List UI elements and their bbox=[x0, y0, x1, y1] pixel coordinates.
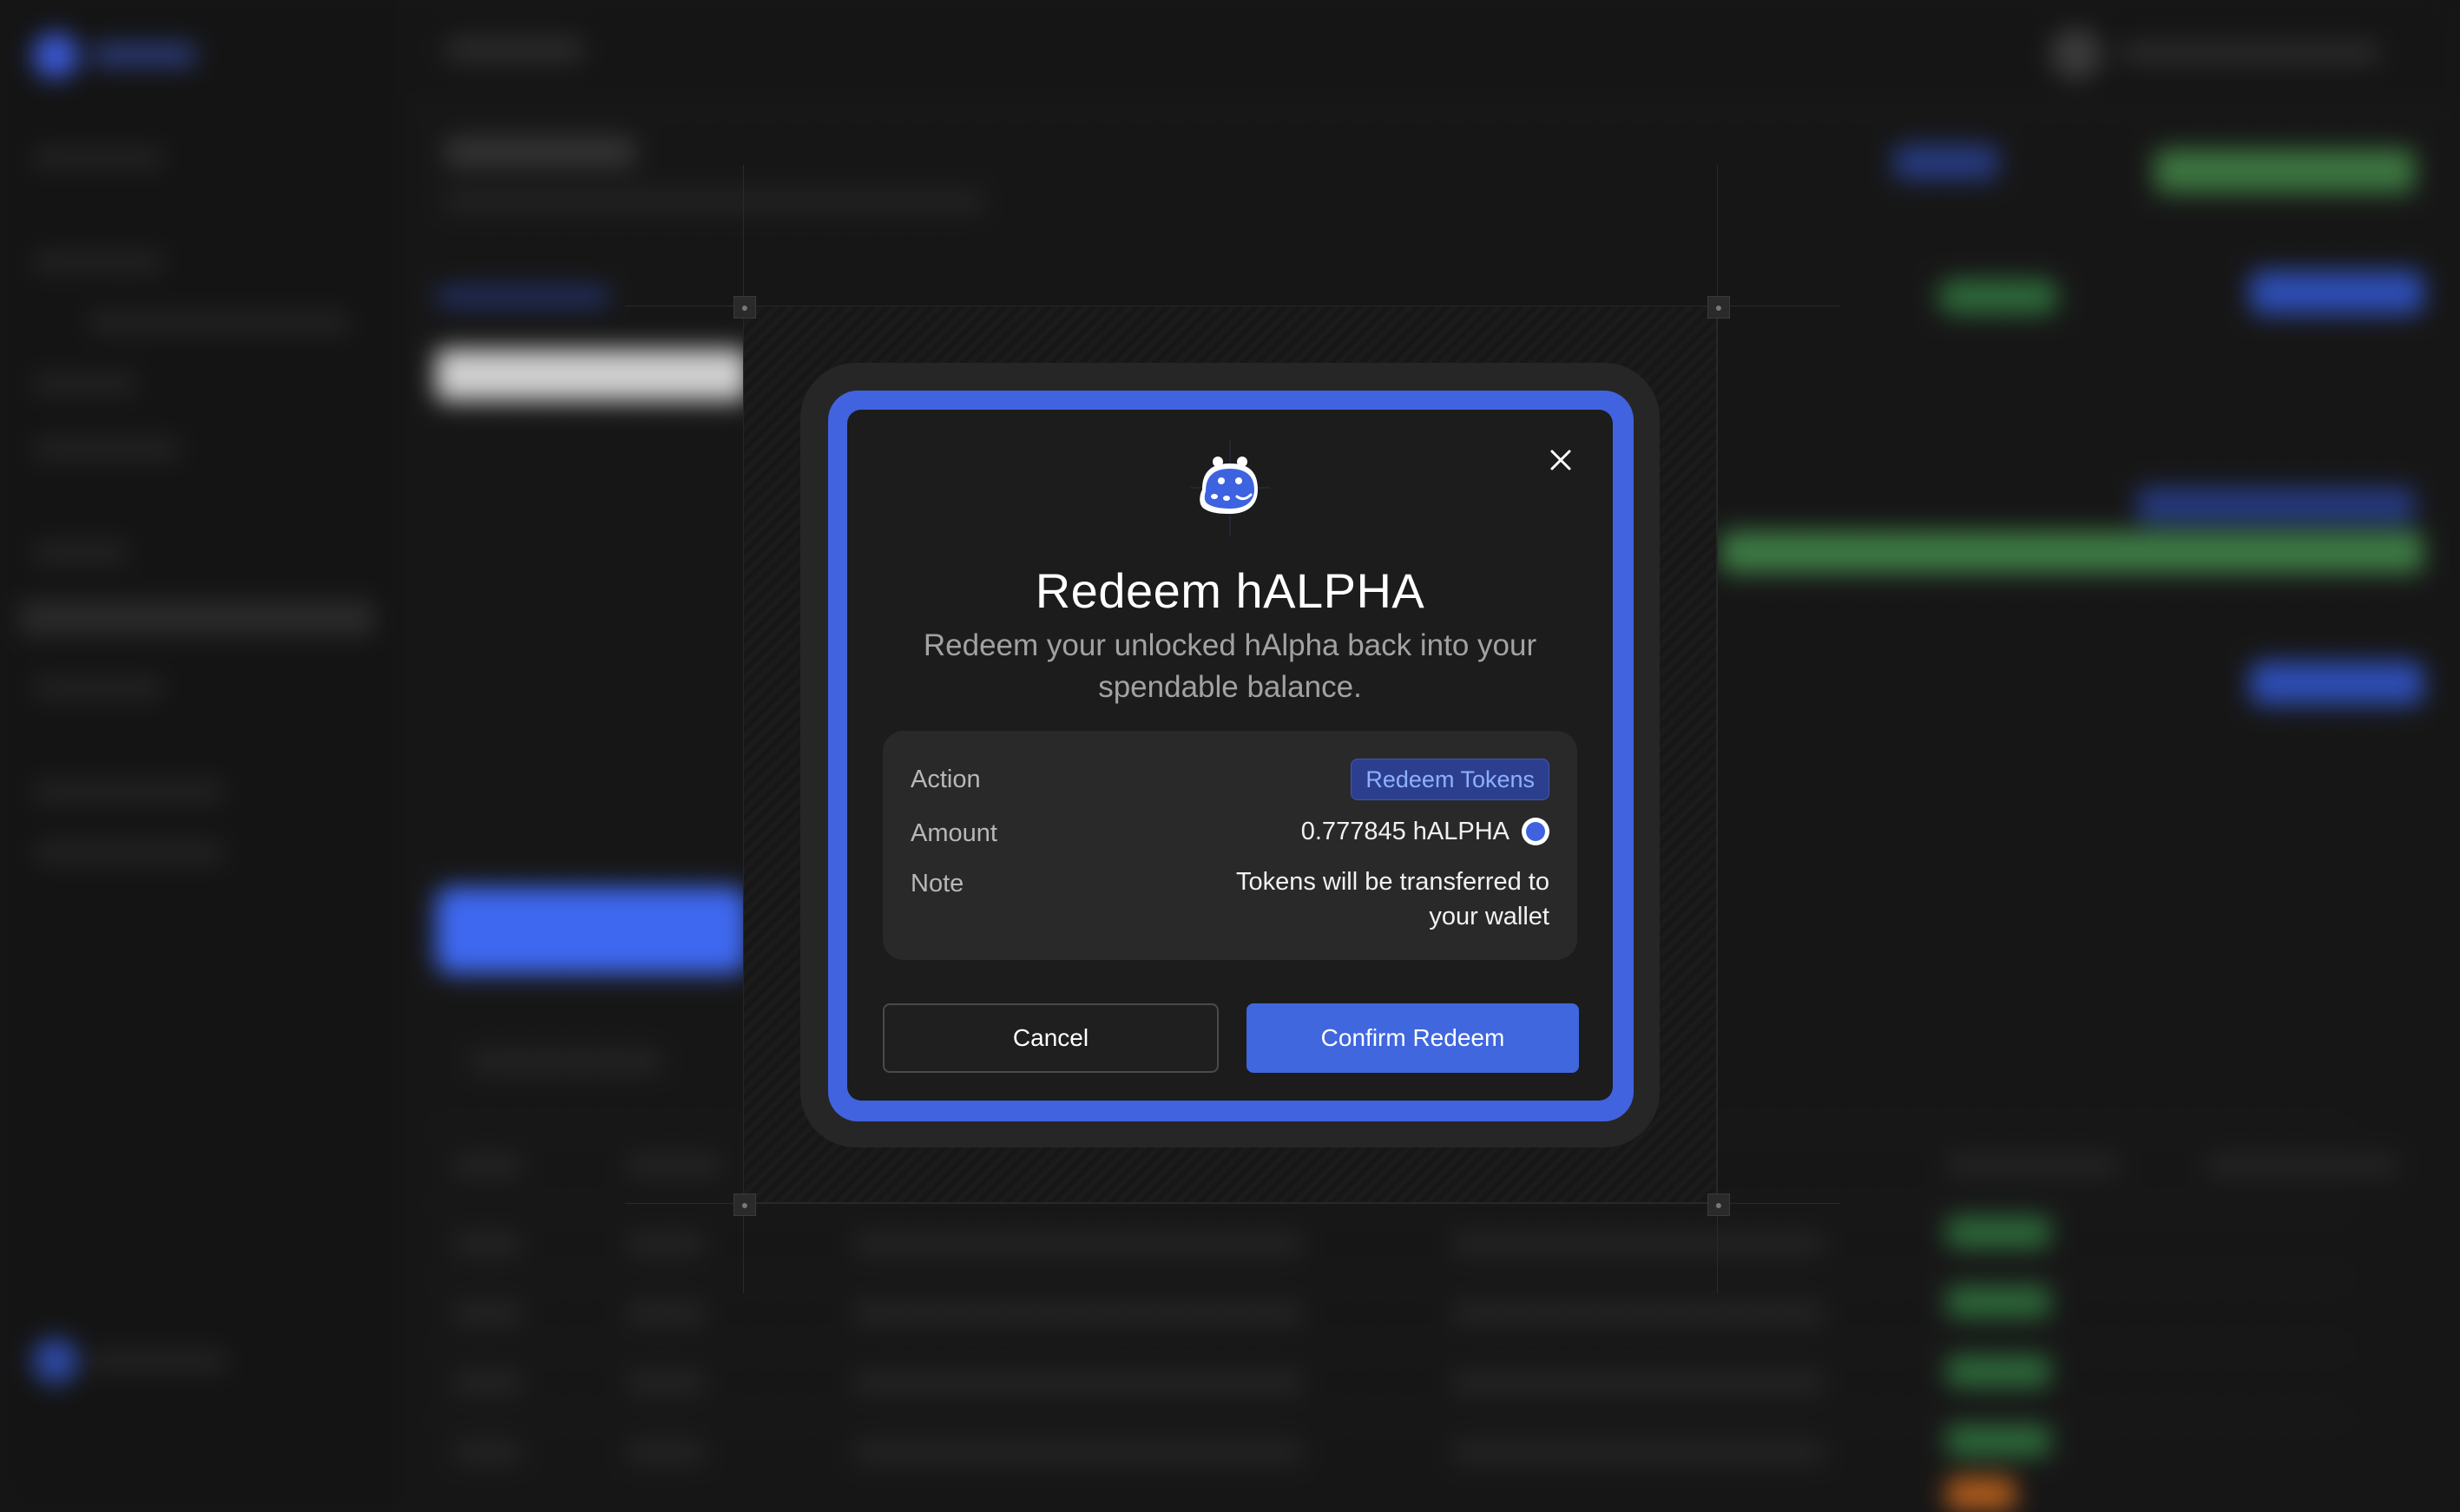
background-table-cell bbox=[852, 1443, 1304, 1462]
background-table-cell bbox=[453, 1443, 523, 1462]
background-table-cell bbox=[1451, 1373, 1825, 1392]
background-blue-pill bbox=[2137, 488, 2415, 523]
amount-value: 0.777845 hALPHA bbox=[1300, 818, 1510, 845]
action-badge: Redeem Tokens bbox=[1351, 759, 1549, 800]
halpha-token-icon bbox=[1522, 818, 1549, 845]
note-value-line: Tokens will be transferred to bbox=[1235, 868, 1549, 896]
background-status-pill bbox=[1946, 1356, 2050, 1387]
frame-corner-hippo-icon: ● bbox=[1707, 1193, 1730, 1216]
background-table-cell bbox=[627, 1234, 705, 1253]
background-user-avatar bbox=[33, 1338, 78, 1384]
background-status-pill bbox=[1946, 1217, 2050, 1248]
background-button bbox=[2154, 149, 2415, 193]
background-table-cell bbox=[1451, 1443, 1825, 1462]
background-label bbox=[436, 288, 609, 306]
background-sidebar-line bbox=[33, 440, 181, 457]
background-topbar-text bbox=[2120, 42, 2380, 64]
background-sidebar-line bbox=[33, 253, 163, 271]
background-table-cell bbox=[453, 1234, 523, 1253]
background-green-bar bbox=[1720, 531, 2424, 573]
background-green-pill bbox=[1937, 279, 2059, 314]
cancel-button[interactable]: Cancel bbox=[883, 1003, 1219, 1073]
frame-guide-line bbox=[625, 1203, 1840, 1204]
background-table-cell bbox=[852, 1373, 1304, 1392]
note-label: Note bbox=[911, 870, 964, 897]
note-value: Tokens will be transferred to your walle… bbox=[1236, 864, 1549, 934]
modal-title: Redeem hALPHA bbox=[1035, 563, 1425, 618]
background-sidebar-selected bbox=[19, 601, 375, 635]
background-page-subtitle bbox=[444, 193, 983, 210]
confirm-redeem-button[interactable]: Confirm Redeem bbox=[1246, 1003, 1579, 1073]
background-status-pill bbox=[1946, 1286, 2050, 1318]
background-topbar-title bbox=[444, 36, 583, 62]
background-table-cell bbox=[627, 1304, 705, 1323]
background-blue-pill bbox=[2250, 661, 2424, 705]
background-page-title bbox=[444, 136, 635, 168]
background-sidebar-line bbox=[33, 844, 224, 861]
background-blue-pill bbox=[2250, 271, 2424, 314]
background-table-cell bbox=[1946, 1156, 2120, 1175]
background-table-cell bbox=[627, 1156, 722, 1175]
background-table-divider bbox=[436, 1417, 2345, 1418]
background-hero-bar bbox=[436, 349, 748, 401]
background-table-cell bbox=[852, 1304, 1304, 1323]
redeem-details-panel: Action Redeem Tokens Amount 0.777845 hAL… bbox=[883, 731, 1577, 960]
background-table-cell bbox=[2207, 1156, 2398, 1175]
background-topbar-avatar bbox=[2050, 28, 2102, 80]
action-label: Action bbox=[911, 766, 981, 793]
background-blue-bar bbox=[436, 887, 748, 974]
note-value-line: your wallet bbox=[1429, 903, 1549, 930]
modal-subtitle: Redeem your unlocked hAlpha back into yo… bbox=[923, 628, 1537, 704]
close-icon bbox=[1550, 450, 1571, 470]
background-table-cell bbox=[852, 1234, 1304, 1253]
frame-corner-hippo-icon: ● bbox=[1707, 296, 1730, 319]
close-button[interactable] bbox=[1536, 436, 1585, 484]
frame-corner-hippo-icon: ● bbox=[733, 1193, 756, 1216]
background-sidebar-line bbox=[33, 149, 163, 167]
background-table-cell bbox=[627, 1373, 705, 1392]
background-logo-text bbox=[92, 43, 196, 66]
background-sidebar-line bbox=[33, 375, 137, 392]
background-table-cell bbox=[453, 1373, 523, 1392]
background-logo-icon bbox=[33, 33, 78, 78]
amount-label: Amount bbox=[911, 819, 997, 847]
background-sidebar-line bbox=[89, 314, 349, 332]
background-sidebar-line bbox=[33, 783, 224, 800]
background-table-cell bbox=[1451, 1304, 1825, 1323]
background-sidebar bbox=[2, 2, 410, 1510]
background-status-pill bbox=[1946, 1425, 2050, 1456]
background-table-cell bbox=[453, 1304, 523, 1323]
background-sidebar-line bbox=[33, 679, 163, 696]
background-sidebar-line bbox=[33, 544, 128, 562]
background-table-cell bbox=[627, 1443, 705, 1462]
background-status-pill bbox=[1946, 1477, 2016, 1510]
background-sidebar-line bbox=[89, 1352, 227, 1370]
frame-corner-hippo-icon: ● bbox=[733, 296, 756, 319]
background-table-cell bbox=[453, 1156, 523, 1175]
hippo-mascot-icon bbox=[1187, 436, 1273, 540]
background-table-cell bbox=[1451, 1234, 1825, 1253]
background-table-divider bbox=[436, 1208, 2345, 1210]
background-table-cell bbox=[470, 1052, 661, 1071]
background-button bbox=[1894, 145, 1998, 180]
frame-guide-line bbox=[1717, 165, 1718, 1293]
background-table-divider bbox=[436, 1347, 2345, 1349]
background-table-divider bbox=[436, 1278, 2345, 1279]
